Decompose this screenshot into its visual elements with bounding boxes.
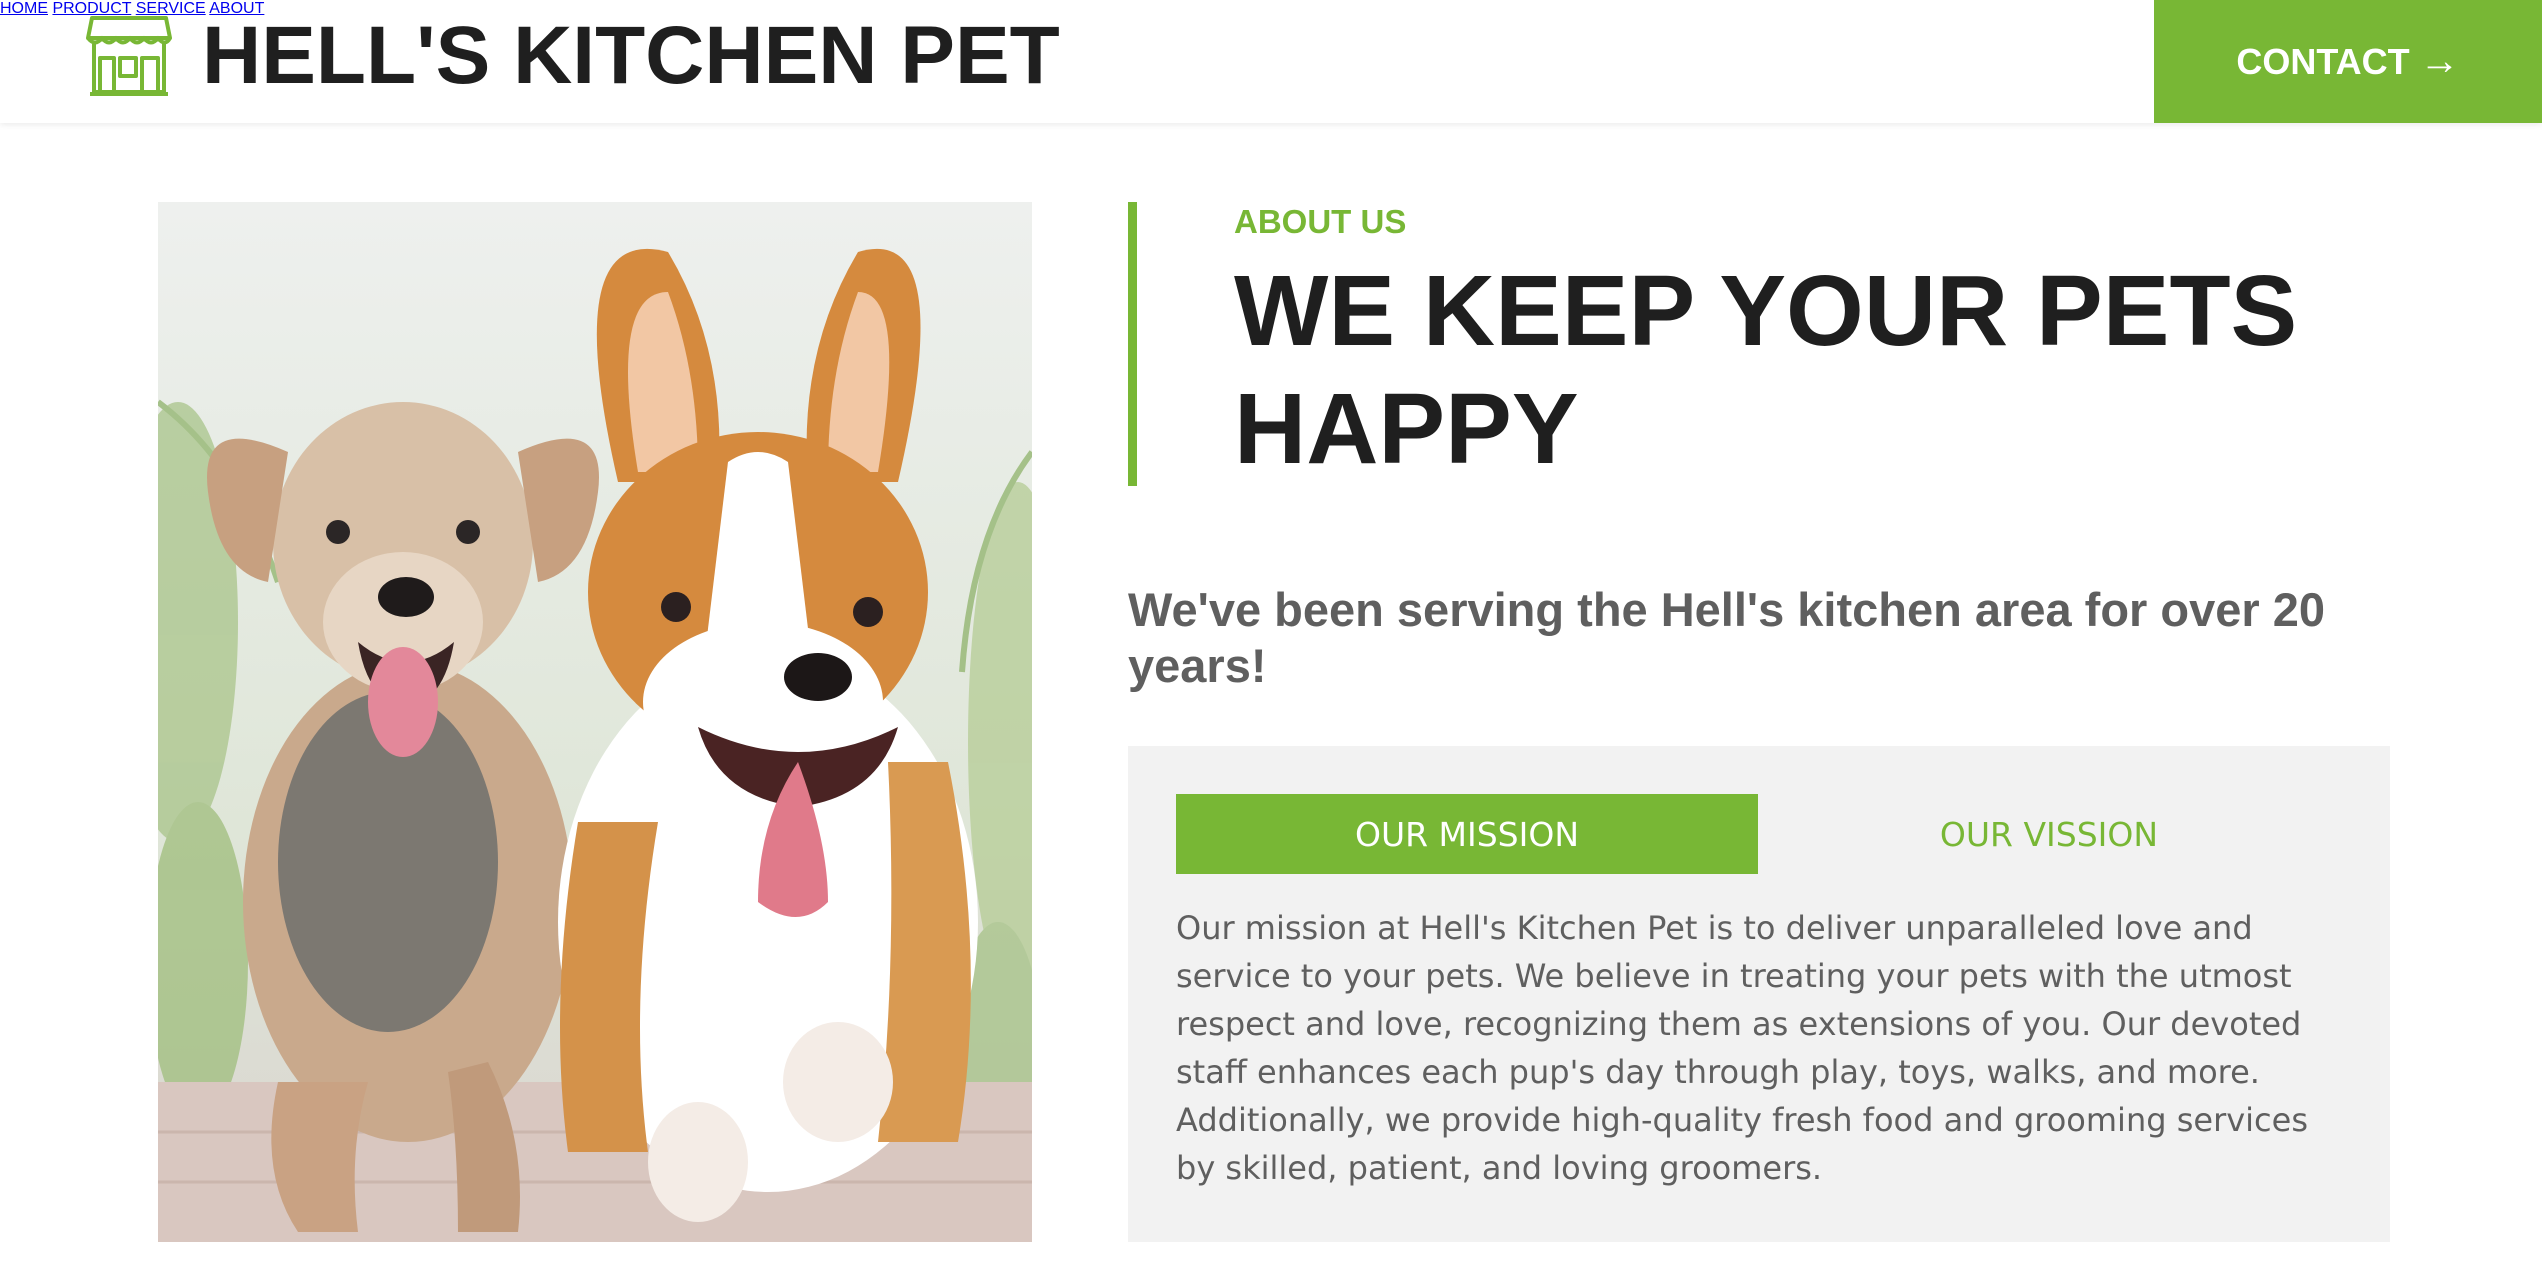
two-dogs-photo: [158, 202, 1032, 1242]
brand-name[interactable]: HELL'S KITCHEN PET: [202, 0, 1060, 112]
contact-button-label: CONTACT: [2236, 40, 2410, 82]
section-eyebrow: ABOUT US: [1234, 203, 1407, 240]
arrow-right-icon: →: [2419, 39, 2460, 83]
site-header: HELL'S KITCHEN PET HOME PRODUCT SERVICE …: [0, 0, 2542, 123]
brand[interactable]: [86, 14, 172, 100]
mission-tabs: OUR MISSION OUR VISSION: [1176, 794, 2340, 874]
accent-bar: [1128, 202, 1137, 486]
section-subhead: We've been serving the Hell's kitchen ar…: [1128, 583, 2325, 692]
tab-our-mission[interactable]: OUR MISSION: [1176, 794, 1758, 874]
contact-button[interactable]: CONTACT →: [2154, 0, 2542, 123]
mission-panel: OUR MISSION OUR VISSION Our mission at H…: [1128, 746, 2390, 1242]
nav-home[interactable]: HOME: [0, 0, 48, 17]
section-headline: WE KEEP YOUR PETS HAPPY: [1234, 255, 2298, 485]
storefront-icon: [86, 16, 172, 96]
dogs-illustration: [158, 248, 1032, 1242]
tab-our-vission[interactable]: OUR VISSION: [1758, 794, 2340, 874]
mission-text: Our mission at Hell's Kitchen Pet is to …: [1176, 909, 2308, 1187]
